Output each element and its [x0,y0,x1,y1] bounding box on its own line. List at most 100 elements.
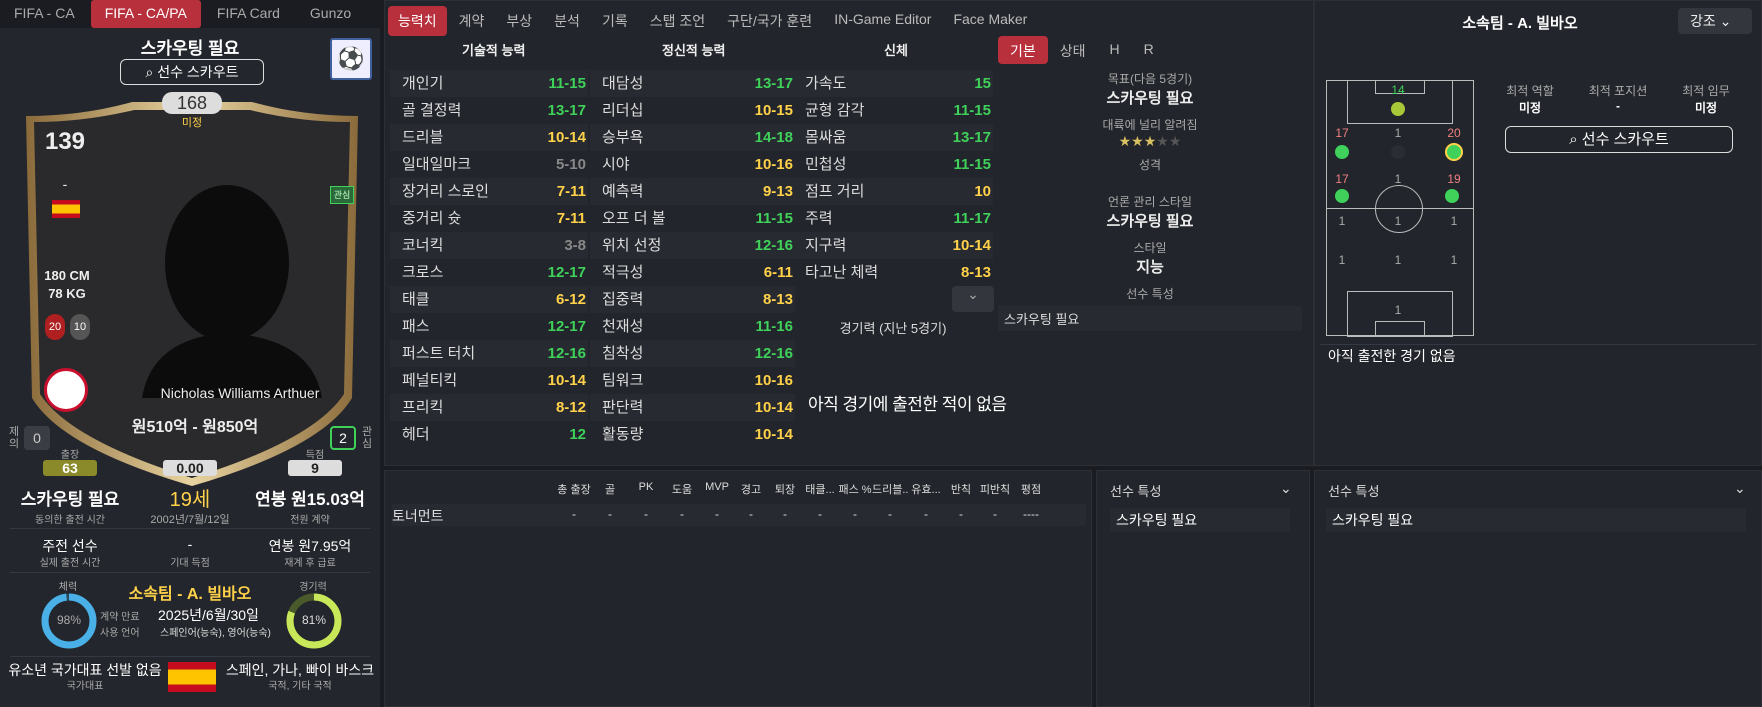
attribute-row[interactable]: 주력 11-17 [793,205,993,232]
column-header[interactable]: PK [628,481,664,497]
tab-ingame-editor[interactable]: IN-Game Editor [824,6,941,36]
attribute-row[interactable]: 헤더 12 [390,421,588,448]
attribute-row[interactable]: 드리블 10-14 [390,124,588,151]
subtab-basic[interactable]: 기본 [998,36,1048,64]
attribute-row[interactable]: 골 결정력 13-17 [390,97,588,124]
attribute-row[interactable]: 퍼스트 터치 12-16 [390,340,588,367]
tab-gunzo[interactable]: Gunzo [296,0,365,28]
tab-fifa-card[interactable]: FIFA Card [203,0,294,28]
club-name: 소속팀 - A. 빌바오 [128,586,252,603]
attribute-row[interactable]: 시야 10-16 [590,151,795,178]
column-header[interactable]: MVP [700,481,734,497]
attribute-row[interactable]: 위치 선정 12-16 [590,232,795,259]
attribute-row[interactable]: 몸싸움 13-17 [793,124,993,151]
wage-label: 전원 계약 [290,515,330,526]
attribute-name: 집중력 [602,291,644,308]
attribute-row[interactable]: 패스 12-17 [390,313,588,340]
pos-l1[interactable] [1335,145,1349,159]
tab-face-maker[interactable]: Face Maker [943,6,1037,36]
attribute-value: 11-15 [953,102,991,119]
column-header[interactable]: 드리블... [872,481,908,497]
attribute-row[interactable]: 리더십 10-15 [590,97,795,124]
attribute-row[interactable]: 가속도 15 [793,70,993,97]
attribute-row[interactable]: 팀워크 10-16 [590,367,795,394]
media-style-value: 스카우팅 필요 [1106,213,1194,230]
table-cell: - [818,507,822,521]
column-header[interactable]: 피반칙 [978,481,1012,497]
column-header[interactable]: 유효... [908,481,944,497]
attribute-name: 퍼스트 터치 [402,345,476,362]
attribute-row[interactable]: 판단력 10-14 [590,394,795,421]
tab-injury[interactable]: 부상 [496,6,542,36]
attribute-row[interactable]: 태클 6-12 [390,286,588,313]
tab-fifa-ca-pa[interactable]: FIFA - CA/PA [90,0,201,28]
attribute-value: 8-13 [762,291,793,308]
tab-staff-advice[interactable]: 스탭 조언 [640,6,715,36]
scout-player-button-2[interactable]: ⌕ 선수 스카우트 [1505,126,1733,153]
attribute-value: 13-17 [547,102,586,119]
attribute-row[interactable]: 페널티킥 10-14 [390,367,588,394]
attribute-row[interactable]: 집중력 8-13 [590,286,795,313]
attribute-row[interactable]: 크로스 12-17 [390,259,588,286]
column-header[interactable]: 골 [592,481,628,497]
attribute-name: 리더십 [602,102,644,119]
attribute-row[interactable]: 개인기 11-15 [390,70,588,97]
tab-records[interactable]: 기록 [592,6,638,36]
chevron-down-icon[interactable]: ⌄ [1280,480,1292,497]
tab-contract[interactable]: 계약 [449,6,495,36]
subtab-h[interactable]: H [1098,36,1132,64]
tab-fifa-ca[interactable]: FIFA - CA [0,0,89,28]
scout-player-button[interactable]: ⌕ 선수 스카우트 [120,59,264,85]
column-header[interactable]: 총 출장 [556,481,592,497]
right-title: 소속팀 - A. 빌바오 [1462,15,1578,32]
interest-tag[interactable]: 관심 [330,186,354,204]
attribute-row[interactable]: 오프 더 볼 11-15 [590,205,795,232]
attribute-name: 주력 [805,210,833,227]
attribute-row[interactable]: 적극성 6-11 [590,259,795,286]
attribute-row[interactable]: 침착성 12-16 [590,340,795,367]
column-header[interactable]: 경고 [734,481,768,497]
chevron-down-icon[interactable]: ⌄ [952,286,994,312]
pos-gk[interactable] [1391,102,1405,116]
pos-e-rating: 1 [1394,253,1402,267]
attribute-row[interactable]: 천재성 11-16 [590,313,795,340]
chevron-down-icon[interactable]: ⌄ [1734,480,1746,497]
attribute-row[interactable]: 균형 감각 11-15 [793,97,993,124]
subtab-status[interactable]: 상태 [1048,36,1098,64]
attribute-row[interactable]: 대담성 13-17 [590,70,795,97]
attribute-row[interactable]: 타고난 체력 8-13 [793,259,993,286]
attribute-row[interactable]: 예측력 9-13 [590,178,795,205]
tab-attributes[interactable]: 능력치 [388,6,447,36]
pos-l2[interactable] [1335,189,1349,203]
column-header[interactable]: 태클... [802,481,838,497]
pos-r1[interactable] [1445,143,1463,161]
attribute-row[interactable]: 일대일마크 5-10 [390,151,588,178]
attribute-row[interactable]: 프리킥 8-12 [390,394,588,421]
column-header[interactable]: 퇴장 [768,481,802,497]
table-cell: - [959,507,963,521]
attribute-name: 위치 선정 [602,237,662,254]
attribute-row[interactable]: 활동량 10-14 [590,421,795,448]
column-header[interactable]: 평점 [1012,481,1050,497]
column-header[interactable]: 반칙 [944,481,978,497]
attribute-row[interactable]: 지구력 10-14 [793,232,993,259]
attribute-value: 9-13 [762,183,793,200]
pos-c1[interactable] [1391,145,1405,159]
column-header[interactable]: 패스 % [838,481,872,497]
subtab-r[interactable]: R [1132,36,1166,64]
attribute-row[interactable]: 승부욕 14-18 [590,124,795,151]
table-row[interactable]: 토너먼트 - - - - - - - - - - - - - ---- [392,504,1086,526]
attribute-row[interactable]: 민첩성 11-15 [793,151,993,178]
column-header[interactable]: 도움 [664,481,700,497]
rating-label: 미정 [181,117,203,129]
attribute-row[interactable]: 점프 거리 10 [793,178,993,205]
nationalities-label: 국적, 기타 국적 [268,681,332,692]
attribute-row[interactable]: 코너킥 3-8 [390,232,588,259]
pos-r2[interactable] [1445,189,1459,203]
attribute-row[interactable]: 장거리 스로인 7-11 [390,178,588,205]
tab-analysis[interactable]: 분석 [544,6,590,36]
attribute-row[interactable]: 중거리 슛 7-11 [390,205,588,232]
tab-training[interactable]: 구단/국가 훈련 [717,6,822,36]
search-icon: ⌕ [1569,131,1582,148]
highlight-dropdown[interactable]: 강조 ⌄ [1678,8,1752,34]
